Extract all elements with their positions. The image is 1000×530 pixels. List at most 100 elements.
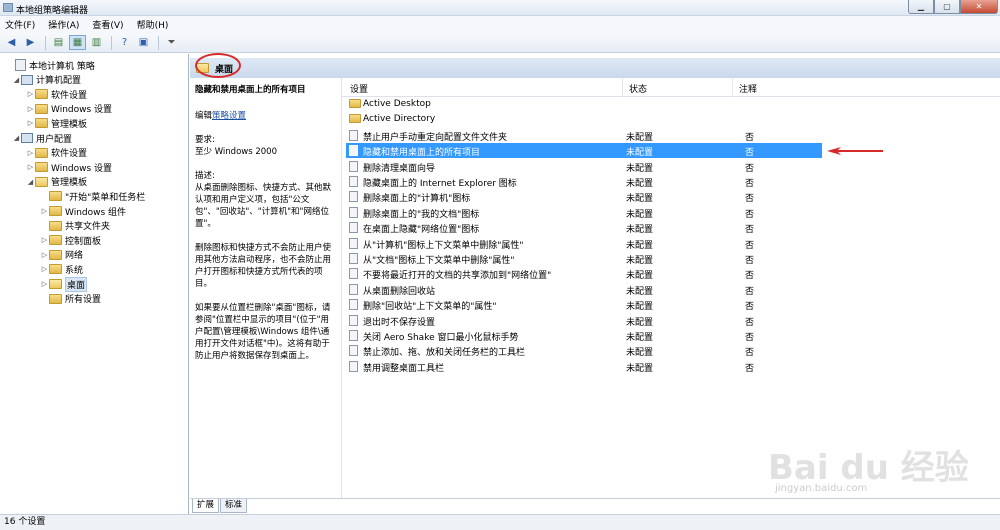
settings-list: 设置 状态 注释 Active Desktop Active Directory 禁…	[341, 78, 1000, 498]
policy-setting-icon	[349, 345, 358, 357]
tree-node[interactable]: 共享文件夹	[40, 219, 110, 233]
column-separator[interactable]	[622, 78, 623, 97]
setting-comment: 否	[745, 363, 755, 374]
setting-name: 不要将最近打开的文档的共享添加到"网络位置"	[363, 271, 552, 282]
folder-icon	[35, 89, 48, 100]
collapsed-arrow-icon[interactable]: ▷	[26, 90, 35, 98]
setting-name: 在桌面上隐藏"网络位置"图标	[363, 225, 480, 236]
tree-node[interactable]: "开始"菜单和任务栏	[40, 189, 145, 203]
description-title: 隐藏和禁用桌面上的所有项目	[195, 85, 306, 95]
setting-comment: 否	[745, 225, 755, 236]
tree-node[interactable]: ▷ 控制面板	[40, 233, 101, 247]
column-setting[interactable]: 设置	[350, 82, 368, 95]
back-arrow-icon[interactable]: ◀	[3, 35, 20, 50]
close-button[interactable]: ✕	[960, 0, 998, 14]
policy-setting-icon	[349, 268, 358, 280]
folder-row[interactable]: Active Desktop	[346, 97, 822, 112]
tree-node[interactable]: ◢ 计算机配置	[12, 73, 81, 87]
help-icon[interactable]: ?	[116, 35, 133, 50]
minimize-button[interactable]: ▁	[908, 0, 934, 14]
setting-name: 删除桌面上的"我的文档"图标	[363, 209, 480, 220]
policy-setting-icon	[349, 129, 358, 141]
annotation-arrow	[827, 147, 883, 155]
tree-node[interactable]: ▷ 管理模板	[26, 116, 87, 130]
folder-row[interactable]: Active Directory	[346, 112, 822, 127]
setting-state: 未配置	[626, 271, 654, 282]
export-list-icon[interactable]: ▥	[88, 35, 105, 50]
expanded-arrow-icon[interactable]: ◢	[12, 134, 21, 142]
setting-state: 未配置	[626, 286, 654, 297]
requirements-value: 至少 Windows 2000	[195, 147, 277, 157]
collapsed-arrow-icon[interactable]: ▷	[40, 251, 49, 259]
tree-node[interactable]: 所有设置	[40, 292, 101, 306]
tab-standard[interactable]: 标准	[220, 499, 248, 513]
up-folder-icon[interactable]: ▤	[50, 35, 67, 50]
policy-row[interactable]: 删除"回收站"上下文菜单的"属性" 未配置 否	[346, 297, 822, 312]
collapsed-arrow-icon[interactable]: ▷	[40, 207, 49, 215]
policy-row[interactable]: 禁止用户手动重定向配置文件文件夹 未配置 否	[346, 128, 822, 143]
setting-state: 未配置	[626, 179, 654, 189]
tree-node[interactable]: 本地计算机 策略	[6, 58, 95, 72]
policy-row[interactable]: 不要将最近打开的文档的共享添加到"网络位置" 未配置 否	[346, 266, 822, 281]
collapsed-arrow-icon[interactable]: ▷	[40, 280, 49, 288]
tree-node[interactable]: ▷ Windows 设置	[26, 102, 112, 116]
edit-policy-link[interactable]: 策略设置	[212, 111, 246, 121]
tree-node[interactable]: ▷ 网络	[40, 248, 83, 262]
setting-state: 未配置	[626, 194, 654, 205]
setting-comment: 否	[745, 209, 755, 220]
collapsed-arrow-icon[interactable]: ▷	[26, 105, 35, 113]
tree-node[interactable]: ◢ 管理模板	[26, 175, 87, 189]
policy-row[interactable]: 退出时不保存设置 未配置 否	[346, 313, 822, 328]
tree-node[interactable]: ▷ 软件设置	[26, 146, 87, 160]
forward-arrow-icon[interactable]: ▶	[22, 35, 39, 50]
policy-setting-icon	[349, 330, 358, 341]
column-state[interactable]: 状态	[629, 82, 647, 95]
policy-row[interactable]: 删除清理桌面向导 未配置 否	[346, 159, 822, 174]
policy-row[interactable]: 从"文档"图标上下文菜单中删除"属性" 未配置 否	[346, 251, 822, 266]
properties-icon[interactable]: ▣	[135, 35, 152, 50]
policy-row[interactable]: 删除桌面上的"我的文档"图标 未配置 否	[346, 205, 822, 220]
column-separator[interactable]	[732, 78, 733, 97]
description-body: 描述: 从桌面删除图标、快捷方式、其他默认项和用户定义项，包括"公文包"、"回收…	[195, 170, 336, 230]
policy-row[interactable]: 在桌面上隐藏"网络位置"图标 未配置 否	[346, 220, 822, 235]
column-comment[interactable]: 注释	[739, 82, 757, 95]
policy-row[interactable]: 隐藏和禁用桌面上的所有项目 未配置 否	[346, 143, 822, 159]
policy-row[interactable]: 隐藏桌面上的 Internet Explorer 图标 未配置 否	[346, 174, 822, 189]
policy-setting-icon	[349, 283, 358, 295]
expanded-arrow-icon[interactable]: ◢	[26, 178, 35, 186]
setting-state: 未配置	[626, 148, 654, 159]
setting-comment: 否	[745, 317, 755, 328]
tree-node[interactable]: ▷ 系统	[40, 262, 83, 276]
policy-row[interactable]: 删除桌面上的"计算机"图标 未配置 否	[346, 189, 822, 204]
policy-row[interactable]: 从桌面删除回收站 未配置 否	[346, 282, 822, 297]
setting-state: 未配置	[626, 240, 654, 251]
tree-node[interactable]: ▷ Windows 设置	[26, 160, 112, 174]
menu-help[interactable]: 帮助(H)	[137, 18, 169, 31]
policy-row[interactable]: 禁用调整桌面工具栏 未配置 否	[346, 359, 822, 374]
collapsed-arrow-icon[interactable]: ▷	[26, 119, 35, 127]
tree-node[interactable]: ◢ 用户配置	[12, 131, 72, 145]
setting-name: 从"文档"图标上下文菜单中删除"属性"	[363, 256, 515, 266]
show-tree-icon[interactable]: ▦	[69, 35, 86, 50]
menu-view[interactable]: 查看(V)	[92, 18, 123, 31]
tree-node[interactable]: ▷ 软件设置	[26, 87, 87, 101]
policy-setting-icon	[349, 206, 358, 218]
tree-node-label: 用户配置	[36, 134, 73, 145]
filter-icon[interactable]: ⏷	[163, 35, 180, 50]
tree-node[interactable]: ▷ Windows 组件	[40, 204, 126, 218]
collapsed-arrow-icon[interactable]: ▷	[40, 236, 49, 244]
tree-node[interactable]: ▷ 桌面	[40, 276, 88, 292]
policy-row[interactable]: 关闭 Aero Shake 窗口最小化鼠标手势 未配置 否	[346, 328, 822, 343]
setting-name: 从桌面删除回收站	[363, 286, 436, 297]
expanded-arrow-icon[interactable]: ◢	[12, 76, 21, 84]
tree-node-label: "开始"菜单和任务栏	[65, 192, 146, 203]
policy-row[interactable]: 从"计算机"图标上下文菜单中删除"属性" 未配置 否	[346, 236, 822, 251]
collapsed-arrow-icon[interactable]: ▷	[40, 265, 49, 273]
collapsed-arrow-icon[interactable]: ▷	[26, 149, 35, 157]
maximize-button[interactable]: ▢	[934, 0, 960, 14]
tab-extended[interactable]: 扩展	[192, 499, 220, 513]
collapsed-arrow-icon[interactable]: ▷	[26, 163, 35, 171]
menu-action[interactable]: 操作(A)	[48, 18, 79, 31]
menu-file[interactable]: 文件(F)	[5, 18, 35, 31]
policy-row[interactable]: 禁止添加、拖、放和关闭任务栏的工具栏 未配置 否	[346, 343, 822, 358]
